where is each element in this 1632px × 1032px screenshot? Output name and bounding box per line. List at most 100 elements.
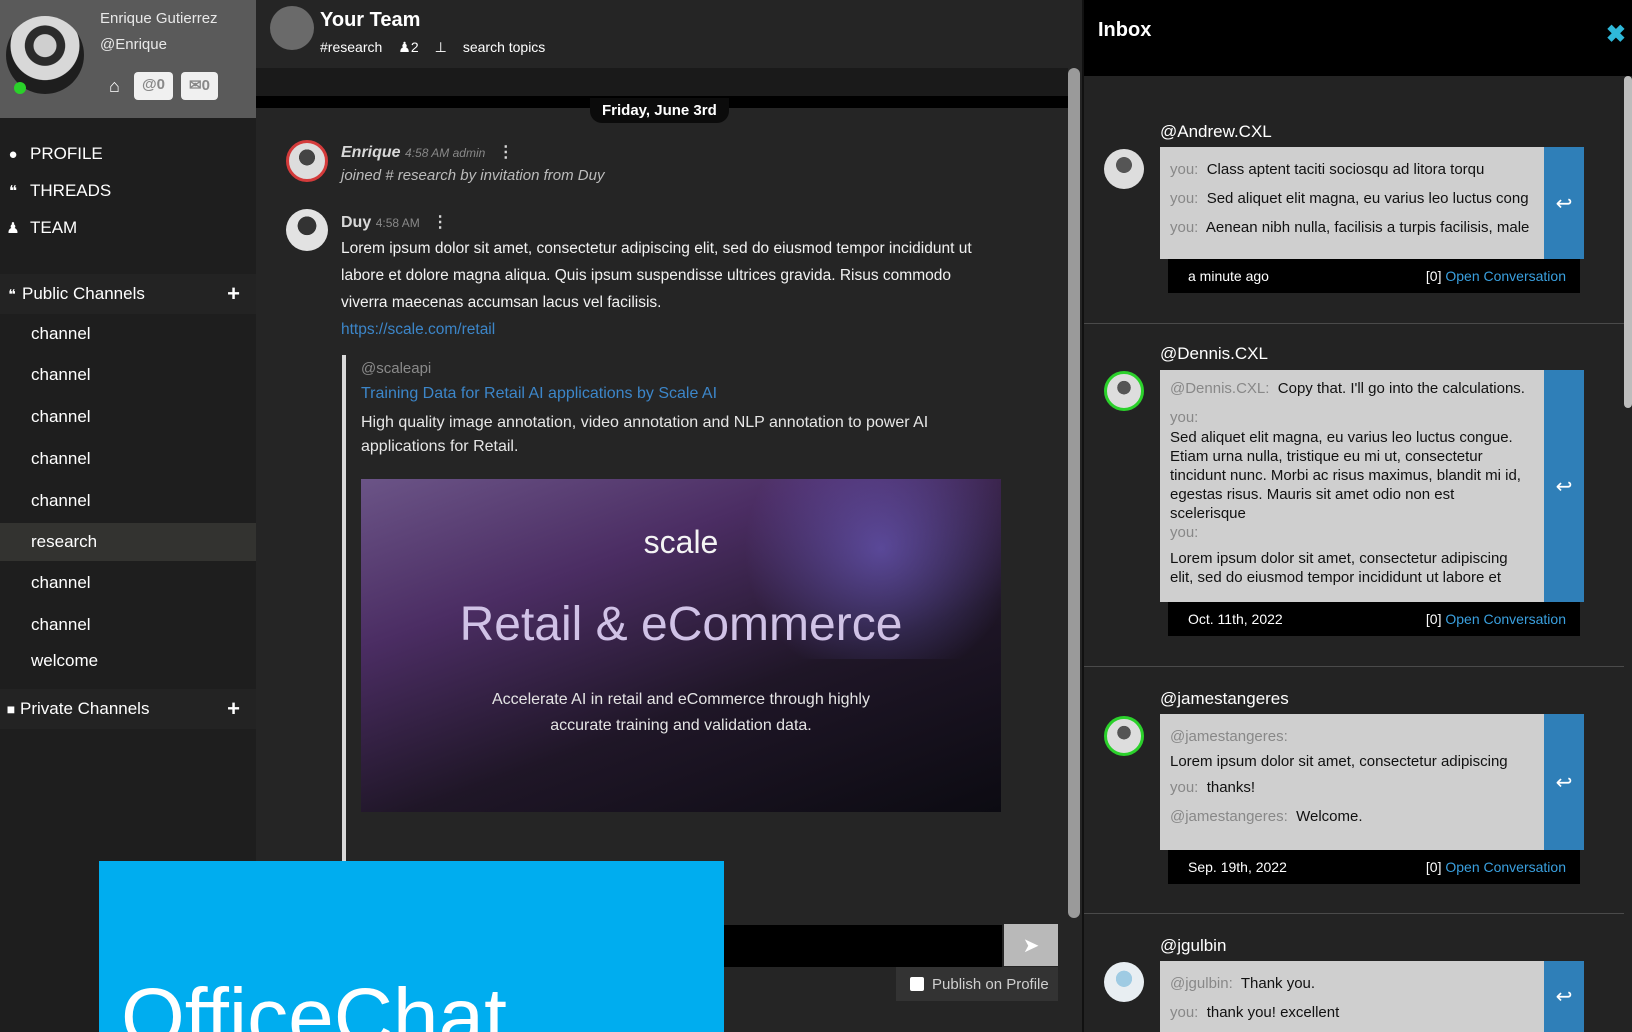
more-options-icon[interactable]: ⋮ [432, 214, 448, 231]
open-conversation-link[interactable]: Open Conversation [1445, 859, 1566, 875]
reply-icon: ↩ [1555, 192, 1573, 215]
channel-item[interactable]: channel [0, 606, 256, 644]
thread-preview[interactable]: @Dennis.CXL: Copy that. I'll go into the… [1160, 370, 1584, 602]
open-conversation-link[interactable]: Open Conversation [1445, 268, 1566, 284]
channel-item[interactable]: channel [0, 398, 256, 436]
thread-line-author: you: [1170, 1004, 1199, 1021]
nav-team-label: TEAM [30, 218, 78, 237]
search-topics-link[interactable]: search topics [463, 39, 545, 56]
thread-line-author: you: [1170, 190, 1199, 207]
send-button[interactable]: ➤ [1004, 924, 1058, 966]
channel-item[interactable]: channel [0, 564, 256, 602]
preview-title[interactable]: Training Data for Retail AI applications… [361, 385, 717, 403]
thread-name[interactable]: @Andrew.CXL [1160, 122, 1272, 142]
profile-header: Enrique Gutierrez @Enrique ⌂ @0 ✉0 [0, 0, 256, 118]
private-channels-header[interactable]: ■ Private Channels + [0, 689, 256, 729]
thread-divider [1084, 323, 1624, 324]
thread-line-author: you: [1170, 409, 1199, 426]
channel-item[interactable]: channel [0, 482, 256, 520]
thread-date: Oct. 11th, 2022 [1188, 611, 1283, 627]
member-count-value: 2 [410, 39, 419, 55]
thread-footer: Oct. 11th, 2022 [0] Open Conversation [1168, 602, 1580, 636]
thread-count: [0] [1425, 268, 1442, 284]
reply-button[interactable]: ↩ [1544, 961, 1584, 1032]
add-public-channel-icon[interactable]: + [227, 281, 240, 307]
thread-avatar[interactable] [1104, 149, 1144, 189]
thread-avatar[interactable] [1104, 962, 1144, 1002]
message-body: Lorem ipsum dolor sit amet, consectetur … [341, 235, 1001, 343]
reply-button[interactable]: ↩ [1544, 370, 1584, 602]
thread-count: [0] [1425, 859, 1442, 875]
preview-description: High quality image annotation, video ann… [361, 414, 929, 455]
publish-on-profile[interactable]: Publish on Profile [896, 967, 1058, 1001]
reply-button[interactable]: ↩ [1544, 147, 1584, 259]
mail-badge[interactable]: ✉0 [181, 72, 218, 100]
pin-icon[interactable]: ⊥ [435, 39, 447, 56]
preview-brand: scale [643, 524, 719, 560]
thread-preview[interactable]: @jgulbin: Thank you. you: thank you! exc… [1160, 961, 1584, 1032]
thread-preview[interactable]: you: Class aptent taciti sociosqu ad lit… [1160, 147, 1584, 259]
chat-scroll-thumb[interactable] [1068, 68, 1080, 918]
nav-team[interactable]: ♟ TEAM [0, 213, 77, 243]
comments-icon: ❝ [8, 183, 18, 200]
channel-item[interactable]: channel [0, 356, 256, 394]
header-divider [256, 68, 1068, 96]
thread-line: you: Class aptent taciti sociosqu ad lit… [1170, 155, 1534, 184]
mentions-badge[interactable]: @0 [134, 72, 173, 100]
message-meta: 4:58 AM [375, 216, 420, 230]
thread-line-text: Class aptent taciti sociosqu ad litora t… [1206, 161, 1485, 178]
thread-name[interactable]: @jamestangeres [1160, 689, 1289, 709]
channel-item-research[interactable]: research [0, 523, 256, 561]
user-handle: @Enrique [100, 36, 167, 53]
thread-line: @jamestangeres: Welcome. [1170, 802, 1534, 831]
thread-footer: Sep. 19th, 2022 [0] Open Conversation [1168, 850, 1580, 884]
inbox-scrollbar[interactable] [1624, 76, 1632, 408]
chat-scrollbar[interactable] [1068, 68, 1080, 918]
thread-line-author: @jamestangeres: [1170, 728, 1288, 745]
message-input[interactable] [724, 925, 1002, 967]
add-private-channel-icon[interactable]: + [227, 696, 240, 722]
thread-line-author: you: [1170, 219, 1199, 236]
thread-line: @jgulbin: Thank you. [1170, 969, 1534, 998]
channel-item-welcome[interactable]: welcome [0, 642, 256, 680]
message-avatar[interactable] [286, 209, 328, 251]
officechat-title: OfficeChat [121, 972, 507, 1032]
channel-name[interactable]: #research [320, 39, 382, 56]
team-avatar[interactable] [270, 6, 314, 50]
thread-avatar[interactable] [1104, 716, 1144, 756]
thread-line-text: thanks! [1206, 779, 1256, 796]
thread-line-author: @jamestangeres: [1170, 808, 1288, 825]
thread-line-text: Copy that. I'll go into the calculations… [1277, 380, 1525, 397]
comments-icon: ❝ [8, 285, 16, 302]
home-icon[interactable]: ⌂ [109, 76, 120, 97]
message-author[interactable]: Duy 4:58 AM ⋮ [341, 212, 448, 232]
more-options-icon[interactable]: ⋮ [498, 144, 514, 161]
link-preview: @scaleapi Training Data for Retail AI ap… [342, 355, 1002, 865]
thread-line-text: Sed aliquet elit magna, eu varius leo lu… [1170, 429, 1521, 522]
team-icon: ♟ [6, 220, 20, 237]
open-conversation-link[interactable]: Open Conversation [1445, 611, 1566, 627]
message-author[interactable]: Enrique 4:58 AM admin ⋮ [341, 142, 514, 162]
publish-checkbox[interactable] [910, 977, 924, 991]
inbox-header: Inbox ✖ [1084, 0, 1632, 76]
thread-avatar[interactable] [1104, 371, 1144, 411]
thread-name[interactable]: @jgulbin [1160, 936, 1226, 956]
public-channels-title: Public Channels [22, 284, 145, 303]
thread-line: you: Sed aliquet elit magna, eu varius l… [1170, 184, 1534, 213]
public-channels-header[interactable]: ❝ Public Channels + [0, 274, 256, 314]
message-avatar[interactable] [286, 140, 328, 182]
nav-threads[interactable]: ❝ THREADS [0, 176, 111, 206]
preview-image[interactable]: scale Retail & eCommerce Accelerate AI i… [361, 479, 1001, 812]
message-link[interactable]: https://scale.com/retail [341, 321, 495, 338]
thread-line: you: thank you! excellent [1170, 998, 1534, 1027]
nav-profile[interactable]: ● PROFILE [0, 139, 102, 169]
thread-name[interactable]: @Dennis.CXL [1160, 344, 1268, 364]
reply-button[interactable]: ↩ [1544, 714, 1584, 850]
thread-line-author: you: [1170, 524, 1199, 541]
reply-icon: ↩ [1555, 475, 1573, 498]
thread-preview[interactable]: @jamestangeres: Lorem ipsum dolor sit am… [1160, 714, 1584, 850]
member-count[interactable]: ♟2 [398, 39, 418, 56]
close-icon[interactable]: ✖ [1606, 20, 1626, 49]
channel-item[interactable]: channel [0, 315, 256, 353]
channel-item[interactable]: channel [0, 440, 256, 478]
